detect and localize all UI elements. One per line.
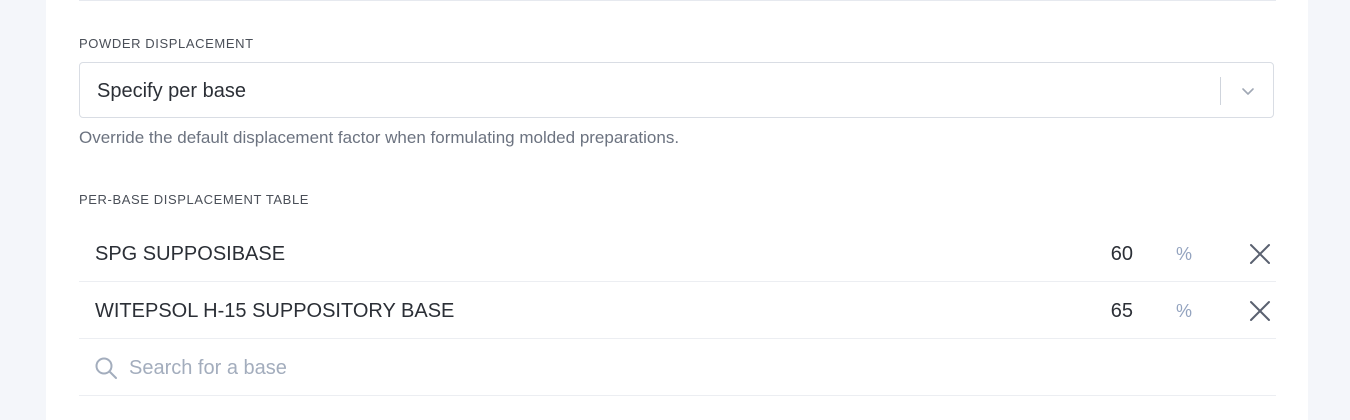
select-separator <box>1220 77 1221 105</box>
close-icon[interactable] <box>1248 299 1272 323</box>
settings-card: POWDER DISPLACEMENT Specify per base Ove… <box>46 0 1308 420</box>
table-row: WITEPSOL H-15 SUPPOSITORY BASE 65 % <box>79 283 1276 339</box>
displacement-value[interactable]: 60 <box>1111 226 1133 282</box>
table-row: SPG SUPPOSIBASE 60 % <box>79 226 1276 282</box>
per-base-table-label: PER-BASE DISPLACEMENT TABLE <box>79 192 310 207</box>
percent-unit: % <box>1175 244 1192 264</box>
powder-displacement-label: POWDER DISPLACEMENT <box>79 36 254 51</box>
close-icon[interactable] <box>1248 242 1272 266</box>
percent-unit: % <box>1175 301 1192 321</box>
search-icon <box>95 357 117 379</box>
powder-displacement-help-text: Override the default displacement factor… <box>79 128 680 147</box>
base-search <box>79 340 1276 396</box>
divider <box>79 0 1276 1</box>
base-name: SPG SUPPOSIBASE <box>95 243 286 265</box>
powder-displacement-selected-value: Specify per base <box>97 80 246 102</box>
displacement-value[interactable]: 65 <box>1111 283 1133 339</box>
search-input[interactable] <box>129 348 729 388</box>
chevron-down-icon[interactable] <box>1239 82 1257 100</box>
base-name: WITEPSOL H-15 SUPPOSITORY BASE <box>95 300 455 322</box>
powder-displacement-select[interactable]: Specify per base <box>79 62 1274 118</box>
